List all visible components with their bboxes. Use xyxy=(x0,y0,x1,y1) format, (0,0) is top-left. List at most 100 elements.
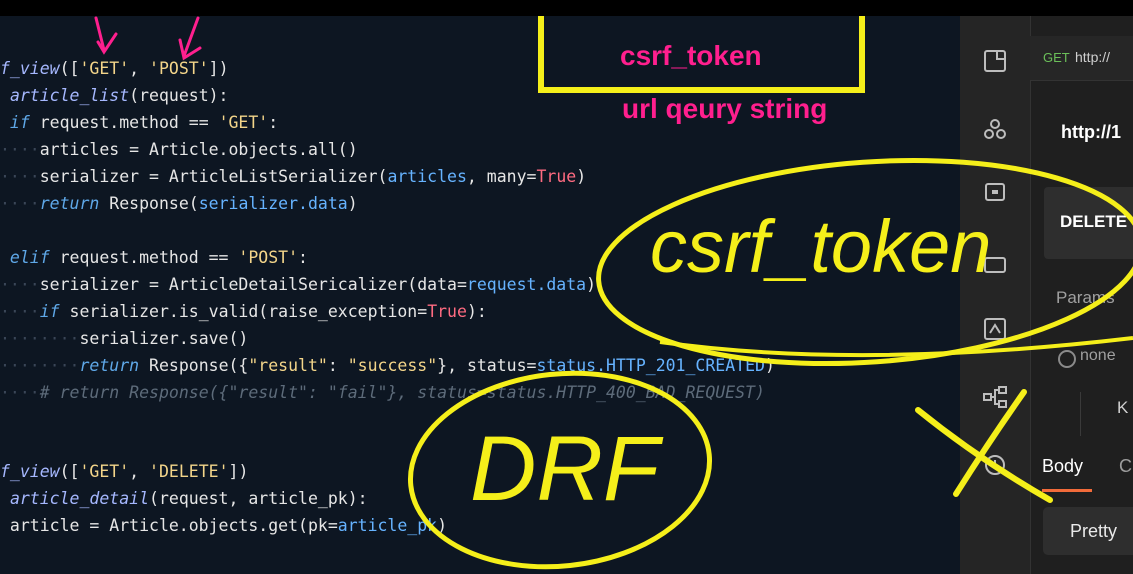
code-token: ···· xyxy=(0,275,40,294)
code-token: ········ xyxy=(0,329,80,348)
code-token: , xyxy=(129,59,150,78)
code-line: ········return Response({"result": "succ… xyxy=(0,352,775,379)
code-token: articles = Article.objects.all() xyxy=(39,140,358,159)
code-line: ····if serializer.is_valid(raise_excepti… xyxy=(0,298,487,325)
code-line: article_list(request): xyxy=(0,82,229,109)
code-token: ([ xyxy=(59,462,80,481)
method-select-value: DELETE xyxy=(1060,212,1128,231)
code-token: "success" xyxy=(347,356,438,375)
code-token: article_detail xyxy=(9,489,150,508)
none-radio[interactable] xyxy=(1058,350,1076,368)
code-line: if request.method == 'GET': xyxy=(0,109,278,136)
code-token: 'POST' xyxy=(149,59,209,78)
code-token: ) xyxy=(576,167,587,186)
code-token: elif xyxy=(0,248,50,267)
tab-params[interactable]: Params xyxy=(1056,288,1115,308)
code-line: f_view(['GET', 'POST']) xyxy=(0,55,229,82)
code-token: , many= xyxy=(466,167,537,186)
column-divider xyxy=(1080,392,1081,436)
code-token: f_view xyxy=(0,59,60,78)
code-token: article_pk xyxy=(337,516,438,535)
collections-icon[interactable] xyxy=(982,48,1008,74)
code-line: ····serializer = ArticleListSerializer(a… xyxy=(0,163,586,190)
monitors-icon[interactable] xyxy=(982,316,1008,342)
tab-cookies[interactable]: C xyxy=(1119,456,1132,477)
code-token: serializer.is_valid(raise_exception= xyxy=(59,302,428,321)
code-token: if xyxy=(0,113,30,132)
code-token: ) xyxy=(764,356,775,375)
code-token: ]) xyxy=(208,59,229,78)
request-tab[interactable]: GET http:// xyxy=(1030,36,1133,81)
code-token: Response( xyxy=(99,194,199,213)
code-line: f_view(['GET', 'DELETE']) xyxy=(0,458,248,485)
code-token: , xyxy=(129,462,150,481)
apis-icon[interactable] xyxy=(982,116,1008,142)
code-token: 'POST' xyxy=(238,248,299,267)
code-line: ········serializer.save() xyxy=(0,325,248,352)
code-line: ····return Response(serializer.data) xyxy=(0,190,358,217)
none-label: none xyxy=(1080,347,1116,364)
code-token: True xyxy=(536,167,577,186)
code-token: ) xyxy=(347,194,358,213)
code-line: article_detail(request, article_pk): xyxy=(0,485,368,512)
code-token: ···· xyxy=(0,140,40,159)
mock-servers-icon[interactable] xyxy=(982,252,1008,278)
code-token: request.method == xyxy=(49,248,239,267)
code-token: return xyxy=(79,356,140,375)
code-line: ····articles = Article.objects.all() xyxy=(0,136,358,163)
code-token: ): xyxy=(466,302,487,321)
code-token: # return Response({"result": "fail"}, st… xyxy=(39,383,765,402)
code-token: serializer.save() xyxy=(79,329,249,348)
code-line: elif request.method == 'POST': xyxy=(0,244,308,271)
code-token: : xyxy=(298,248,308,267)
code-line: ····# return Response({"result": "fail"}… xyxy=(0,379,765,406)
postman-sidebar xyxy=(960,16,1031,574)
environments-icon[interactable] xyxy=(982,181,1008,207)
history-icon[interactable] xyxy=(982,452,1008,478)
code-token: 'GET' xyxy=(79,462,130,481)
code-token: : xyxy=(327,356,348,375)
code-line: ····serializer = ArticleDetailSericalize… xyxy=(0,271,596,298)
code-token: ···· xyxy=(0,302,40,321)
code-token: ···· xyxy=(0,194,40,213)
code-token: ([ xyxy=(59,59,80,78)
tab-url: http:// xyxy=(1075,49,1111,65)
top-bar xyxy=(0,0,1133,16)
request-url-title: http://1 xyxy=(1061,122,1121,142)
tab-method: GET xyxy=(1043,50,1070,65)
code-token: "result" xyxy=(248,356,328,375)
code-token: status.HTTP_201_CREATED xyxy=(536,356,765,375)
code-token: 'DELETE' xyxy=(149,462,229,481)
code-token: article_list xyxy=(9,86,130,105)
code-token: ········ xyxy=(0,356,80,375)
postman-panel: GET http:// http://1 DELETE Params none … xyxy=(960,16,1133,574)
tab-body[interactable]: Body xyxy=(1042,456,1083,477)
code-token: serializer.data xyxy=(198,194,348,213)
code-token: if xyxy=(39,302,60,321)
code-token: f_view xyxy=(0,462,60,481)
code-token: True xyxy=(427,302,467,321)
code-token: ) xyxy=(437,516,448,535)
code-token: articles xyxy=(387,167,467,186)
code-token: serializer = ArticleDetailSericalizer(da… xyxy=(39,275,467,294)
code-token: }, status= xyxy=(437,356,537,375)
key-column-header: K xyxy=(1117,398,1129,417)
active-tab-indicator xyxy=(1042,489,1092,492)
code-token: request.method == xyxy=(29,113,219,132)
code-token: (request, article_pk): xyxy=(149,489,368,508)
flows-icon[interactable] xyxy=(982,384,1008,410)
code-line: article = Article.objects.get(pk=article… xyxy=(0,512,447,539)
code-token: request.data xyxy=(466,275,587,294)
code-token: 'GET' xyxy=(218,113,269,132)
code-token: ]) xyxy=(228,462,249,481)
code-token: ) xyxy=(586,275,597,294)
code-token: (request): xyxy=(129,86,229,105)
url-query-string-label: url qeury string xyxy=(622,93,828,124)
code-token: ···· xyxy=(0,167,40,186)
code-token: ···· xyxy=(0,383,40,402)
code-token: 'GET' xyxy=(79,59,130,78)
code-token: serializer = ArticleListSerializer( xyxy=(39,167,388,186)
code-token: Response({ xyxy=(139,356,249,375)
